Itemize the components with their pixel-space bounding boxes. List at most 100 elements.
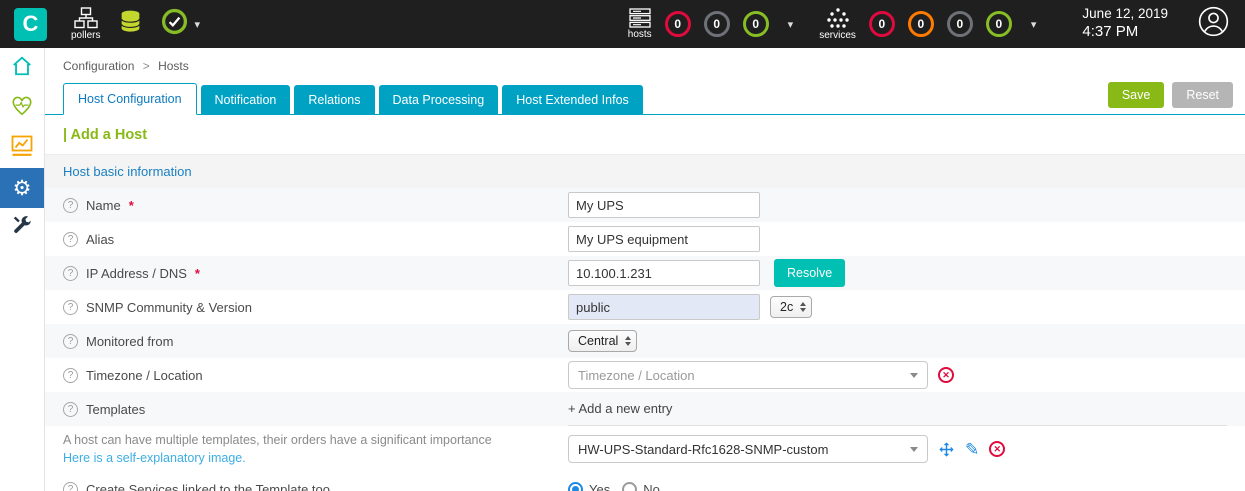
- form-row-timezone: ? Timezone / Location Timezone / Locatio…: [45, 358, 1245, 392]
- breadcrumb-separator: >: [143, 59, 150, 73]
- gear-icon: ⚙: [13, 178, 32, 199]
- services-status-group: services 0 0 0 0 ▾: [819, 7, 1036, 41]
- services-icon: [826, 7, 850, 29]
- sidebar-item-home[interactable]: [0, 48, 44, 88]
- monitored-from-select[interactable]: Central: [568, 330, 637, 352]
- services-ok-badge[interactable]: 0: [986, 11, 1012, 37]
- hosts-unreachable-badge[interactable]: 0: [704, 11, 730, 37]
- services-menu[interactable]: services: [819, 7, 856, 41]
- resolve-button[interactable]: Resolve: [774, 259, 845, 287]
- templates-help-link[interactable]: Here is a self-explanatory image.: [63, 450, 246, 467]
- hosts-down-badge[interactable]: 0: [665, 11, 691, 37]
- reset-button[interactable]: Reset: [1172, 82, 1233, 108]
- current-time: 4:37 PM: [1082, 23, 1168, 42]
- help-icon[interactable]: ?: [63, 232, 78, 247]
- edit-template-icon[interactable]: ✎: [965, 441, 979, 458]
- clock: June 12, 2019 4:37 PM: [1082, 6, 1168, 42]
- pollers-menu[interactable]: pollers: [71, 7, 100, 41]
- help-icon[interactable]: ?: [63, 482, 78, 491]
- chevron-down-icon[interactable]: ▾: [194, 18, 200, 31]
- help-icon[interactable]: ?: [63, 266, 78, 281]
- form-row-template-entry: A host can have multiple templates, thei…: [45, 426, 1245, 472]
- sidebar-item-reporting[interactable]: [0, 128, 44, 168]
- add-template-entry-link[interactable]: + Add a new entry: [568, 401, 672, 416]
- sidebar-item-administration[interactable]: [0, 208, 44, 248]
- topbar: C pollers ▾ hosts 0 0 0 ▾: [0, 0, 1245, 48]
- create-services-label: Create Services linked to the Template t…: [86, 482, 330, 491]
- breadcrumb-hosts[interactable]: Hosts: [158, 59, 189, 73]
- monitored-from-label: Monitored from: [86, 334, 173, 349]
- platform-status-menu[interactable]: ▾: [161, 8, 200, 40]
- user-avatar-icon: [1198, 6, 1229, 42]
- template-select[interactable]: HW-UPS-Standard-Rfc1628-SNMP-custom: [568, 435, 928, 463]
- monitored-from-value: Central: [578, 334, 618, 348]
- tab-host-extended-infos[interactable]: Host Extended Infos: [502, 85, 643, 114]
- create-services-radio-group: Yes No: [568, 482, 1227, 491]
- services-critical-badge[interactable]: 0: [869, 11, 895, 37]
- snmp-version-value: 2c: [780, 300, 793, 314]
- move-template-icon[interactable]: [938, 441, 955, 458]
- centreon-logo[interactable]: C: [14, 8, 47, 41]
- tab-relations[interactable]: Relations: [294, 85, 374, 114]
- tab-notification[interactable]: Notification: [201, 85, 291, 114]
- page-title: | Add a Host: [45, 115, 1245, 154]
- tab-data-processing[interactable]: Data Processing: [379, 85, 499, 114]
- services-unknown-badge[interactable]: 0: [947, 11, 973, 37]
- hosts-icon: [629, 8, 651, 28]
- breadcrumb-configuration[interactable]: Configuration: [63, 59, 134, 73]
- home-icon: [11, 55, 33, 82]
- ip-label: IP Address / DNS: [86, 266, 187, 281]
- help-icon[interactable]: ?: [63, 198, 78, 213]
- breadcrumb: Configuration > Hosts: [45, 48, 1245, 82]
- radio-no-label[interactable]: No: [643, 482, 660, 491]
- ip-label-cell: ? IP Address / DNS *: [63, 266, 568, 281]
- form-row-alias: ? Alias: [45, 222, 1245, 256]
- timezone-label: Timezone / Location: [86, 368, 203, 383]
- save-button[interactable]: Save: [1108, 82, 1165, 108]
- tab-host-configuration[interactable]: Host Configuration: [63, 83, 197, 115]
- user-menu[interactable]: [1198, 6, 1229, 42]
- database-status-menu[interactable]: [118, 9, 143, 39]
- alias-input[interactable]: [568, 226, 760, 252]
- sidebar-item-configuration[interactable]: ⚙: [0, 168, 44, 208]
- help-icon[interactable]: ?: [63, 402, 78, 417]
- hosts-menu[interactable]: hosts: [628, 8, 652, 40]
- snmp-version-select[interactable]: 2c: [770, 296, 812, 318]
- timezone-select[interactable]: Timezone / Location: [568, 361, 928, 389]
- name-input[interactable]: [568, 192, 760, 218]
- hosts-status-group: hosts 0 0 0 ▾: [628, 8, 793, 40]
- templates-help-block: A host can have multiple templates, thei…: [63, 432, 568, 467]
- required-marker: *: [129, 198, 134, 213]
- form-row-ip: ? IP Address / DNS * Resolve: [45, 256, 1245, 290]
- alias-label: Alias: [86, 232, 114, 247]
- clear-timezone-icon[interactable]: ✕: [938, 367, 954, 383]
- hosts-up-badge[interactable]: 0: [743, 11, 769, 37]
- radio-yes-label[interactable]: Yes: [589, 482, 610, 491]
- select-stepper-icon: [800, 302, 806, 312]
- chevron-down-icon[interactable]: ▾: [788, 18, 794, 31]
- services-warning-badge[interactable]: 0: [908, 11, 934, 37]
- snmp-label-cell: ? SNMP Community & Version: [63, 300, 568, 315]
- help-icon[interactable]: ?: [63, 334, 78, 349]
- sidebar-item-monitoring[interactable]: [0, 88, 44, 128]
- ip-input[interactable]: [568, 260, 760, 286]
- templates-label-cell: ? Templates: [63, 402, 568, 417]
- centreon-logo-letter: C: [23, 11, 39, 37]
- delete-template-icon[interactable]: ✕: [989, 441, 1005, 457]
- snmp-community-input[interactable]: [568, 294, 760, 320]
- help-icon[interactable]: ?: [63, 300, 78, 315]
- chevron-down-icon[interactable]: ▾: [1031, 18, 1037, 31]
- radio-no[interactable]: [622, 482, 637, 491]
- tabbar: Host Configuration Notification Relation…: [45, 82, 1245, 115]
- help-icon[interactable]: ?: [63, 368, 78, 383]
- tools-icon: [11, 215, 33, 242]
- snmp-label: SNMP Community & Version: [86, 300, 252, 315]
- timezone-placeholder: Timezone / Location: [578, 368, 695, 383]
- alias-label-cell: ? Alias: [63, 232, 568, 247]
- status-ring-check-icon: [161, 8, 188, 40]
- radio-yes[interactable]: [568, 482, 583, 491]
- main-content: Configuration > Hosts Host Configuration…: [45, 48, 1245, 491]
- sidebar: ⚙: [0, 48, 45, 491]
- templates-label: Templates: [86, 402, 145, 417]
- hosts-label: hosts: [628, 29, 652, 40]
